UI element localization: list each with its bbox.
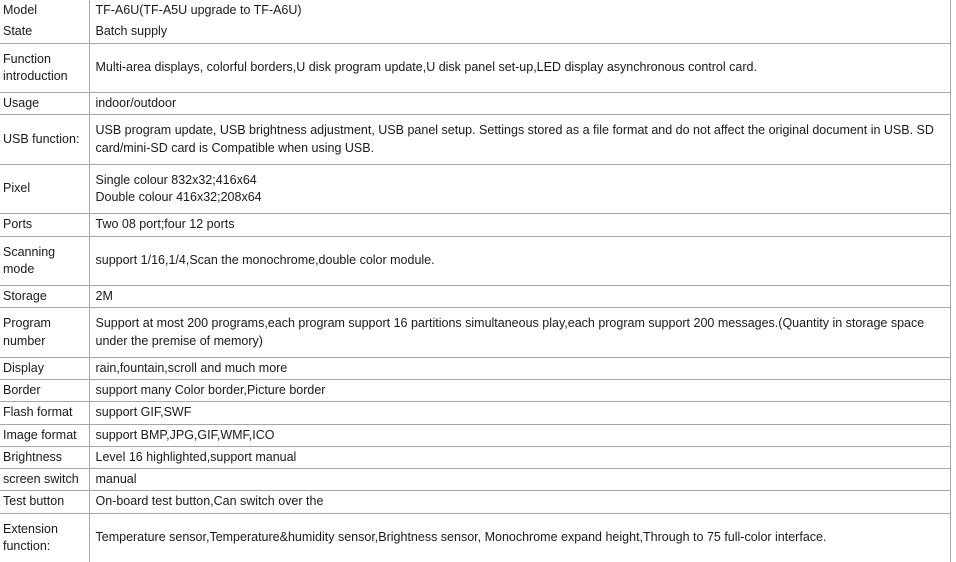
row-label-flash-format: Flash format bbox=[0, 401, 90, 425]
row-value-function-introduction: Multi-area displays, colorful borders,U … bbox=[88, 43, 951, 93]
row-label-display: Display bbox=[0, 357, 90, 381]
table-row: Function introduction Multi-area display… bbox=[0, 43, 951, 93]
row-value-pixel-line-1: Single colour 832x32;416x64 bbox=[95, 172, 257, 187]
table-row: Scanning mode support 1/16,1/4,Scan the … bbox=[0, 236, 951, 286]
row-value-pixel-line-2: Double colour 416x32;208x64 bbox=[95, 190, 262, 204]
row-value-scanning-mode: support 1/16,1/4,Scan the monochrome,dou… bbox=[88, 236, 951, 286]
table-row: Display rain,fountain,scroll and much mo… bbox=[0, 357, 951, 381]
table-row: Image format support BMP,JPG,GIF,WMF,ICO bbox=[0, 424, 951, 447]
row-value-test-button: On-board test button,Can switch over the bbox=[88, 490, 951, 514]
row-label-function-introduction: Function introduction bbox=[0, 43, 90, 93]
row-value-flash-format: support GIF,SWF bbox=[88, 401, 951, 425]
row-label-pixel: Pixel bbox=[0, 164, 90, 215]
row-value-model: TF-A6U(TF-A5U upgrade to TF-A6U) bbox=[88, 0, 951, 22]
row-label-program-number: Program number bbox=[0, 307, 90, 358]
table-row: Brightness Level 16 highlighted,support … bbox=[0, 446, 951, 470]
table-row: State Batch supply bbox=[0, 21, 951, 44]
row-label-brightness: Brightness bbox=[0, 446, 90, 470]
row-label-test-button: Test button bbox=[0, 490, 90, 514]
row-label-usb-function: USB function: bbox=[0, 114, 90, 165]
row-label-extension-function: Extension function: bbox=[0, 513, 90, 562]
row-value-state: Batch supply bbox=[88, 21, 951, 44]
table-row: Storage 2M bbox=[0, 285, 951, 309]
table-row: screen switch manual bbox=[0, 468, 951, 492]
row-label-state: State bbox=[0, 21, 90, 44]
row-value-brightness: Level 16 highlighted,support manual bbox=[88, 446, 951, 470]
row-label-border: Border bbox=[0, 379, 90, 403]
row-label-storage: Storage bbox=[0, 285, 90, 309]
table-row: Ports Two 08 port;four 12 ports bbox=[0, 213, 951, 237]
row-label-scanning-mode: Scanning mode bbox=[0, 236, 90, 286]
table-row: Model TF-A6U(TF-A5U upgrade to TF-A6U) bbox=[0, 0, 951, 22]
table-row: USB function: USB program update, USB br… bbox=[0, 114, 951, 165]
row-value-border: support many Color border,Picture border bbox=[88, 379, 951, 403]
table-row: Usage indoor/outdoor bbox=[0, 92, 951, 116]
specification-table: Model TF-A6U(TF-A5U upgrade to TF-A6U) S… bbox=[0, 0, 951, 562]
row-value-ports: Two 08 port;four 12 ports bbox=[88, 213, 951, 237]
table-row: Border support many Color border,Picture… bbox=[0, 379, 951, 403]
row-value-extension-function: Temperature sensor,Temperature&humidity … bbox=[88, 513, 951, 562]
row-value-screen-switch: manual bbox=[88, 468, 951, 492]
table-row: Flash format support GIF,SWF bbox=[0, 401, 951, 425]
row-value-image-format: support BMP,JPG,GIF,WMF,ICO bbox=[88, 424, 951, 447]
row-value-program-number: Support at most 200 programs,each progra… bbox=[88, 307, 951, 358]
table-row: Test button On-board test button,Can swi… bbox=[0, 490, 951, 514]
row-value-usage: indoor/outdoor bbox=[88, 92, 951, 116]
row-value-pixel: Single colour 832x32;416x64 Double colou… bbox=[88, 164, 951, 215]
table-row: Extension function: Temperature sensor,T… bbox=[0, 513, 951, 562]
row-value-display: rain,fountain,scroll and much more bbox=[88, 357, 951, 381]
row-value-usb-function: USB program update, USB brightness adjus… bbox=[88, 114, 951, 165]
table-row: Pixel Single colour 832x32;416x64 Double… bbox=[0, 164, 951, 215]
row-label-model: Model bbox=[0, 0, 90, 22]
row-value-storage: 2M bbox=[88, 285, 951, 309]
row-label-image-format: Image format bbox=[0, 424, 90, 447]
specification-table-body: Model TF-A6U(TF-A5U upgrade to TF-A6U) S… bbox=[0, 0, 951, 562]
row-label-usage: Usage bbox=[0, 92, 90, 116]
row-label-screen-switch: screen switch bbox=[0, 468, 90, 492]
table-row: Program number Support at most 200 progr… bbox=[0, 307, 951, 358]
row-label-ports: Ports bbox=[0, 213, 90, 237]
